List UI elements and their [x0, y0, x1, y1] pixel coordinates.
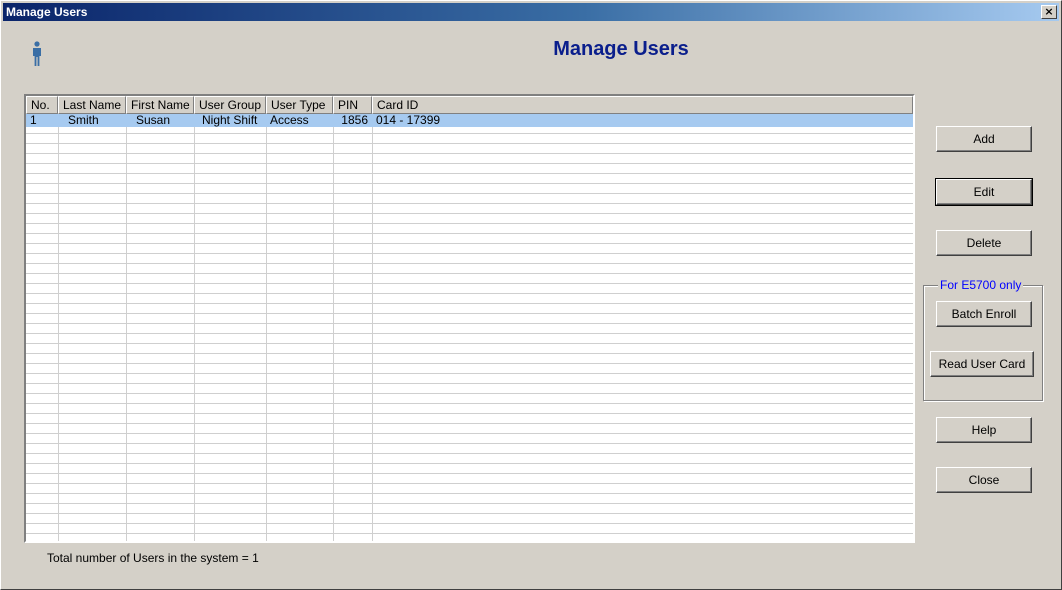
- add-button[interactable]: Add: [936, 126, 1032, 152]
- users-table[interactable]: No. Last Name First Name User Group User…: [24, 94, 915, 543]
- cell-no: 1: [30, 113, 37, 127]
- batch-enroll-button[interactable]: Batch Enroll: [936, 301, 1032, 327]
- column-divider: [194, 114, 195, 541]
- column-header-first-name[interactable]: First Name: [126, 96, 194, 114]
- cell-first-name: Susan: [136, 113, 171, 127]
- e5700-group-legend: For E5700 only: [938, 278, 1024, 292]
- column-header-card-id[interactable]: Card ID: [372, 96, 913, 114]
- column-divider: [333, 114, 334, 541]
- help-button[interactable]: Help: [936, 417, 1032, 443]
- column-header-last-name[interactable]: Last Name: [58, 96, 126, 114]
- table-header-row: No. Last Name First Name User Group User…: [26, 96, 913, 114]
- close-button[interactable]: Close: [936, 467, 1032, 493]
- title-bar[interactable]: Manage Users ×: [3, 3, 1059, 21]
- column-header-no[interactable]: No.: [26, 96, 58, 114]
- table-body[interactable]: 1 Smith Susan Night Shift Access 1856 01…: [26, 114, 913, 541]
- column-divider: [372, 114, 373, 541]
- column-header-user-group[interactable]: User Group: [194, 96, 266, 114]
- column-divider: [126, 114, 127, 541]
- table-gridlines: [26, 114, 913, 541]
- edit-button[interactable]: Edit: [935, 178, 1033, 206]
- read-user-card-button[interactable]: Read User Card: [930, 351, 1034, 377]
- column-header-user-type[interactable]: User Type: [266, 96, 333, 114]
- column-divider: [266, 114, 267, 541]
- window-title: Manage Users: [6, 5, 88, 19]
- person-icon: [33, 41, 41, 66]
- close-icon[interactable]: ×: [1041, 5, 1057, 19]
- cell-last-name: Smith: [68, 113, 99, 127]
- manage-users-window: Manage Users × Manage Users No. Last Nam…: [0, 0, 1062, 590]
- cell-pin: 1856: [341, 113, 368, 127]
- page-title: Manage Users: [553, 38, 689, 60]
- delete-button[interactable]: Delete: [936, 230, 1032, 256]
- table-row[interactable]: 1 Smith Susan Night Shift Access 1856 01…: [26, 114, 913, 127]
- cell-user-group: Night Shift: [202, 113, 258, 127]
- column-divider: [58, 114, 59, 541]
- cell-card-id: 014 - 17399: [376, 113, 441, 127]
- cell-user-type: Access: [270, 113, 309, 127]
- total-users-status: Total number of Users in the system = 1: [47, 551, 259, 565]
- column-header-pin[interactable]: PIN: [333, 96, 372, 114]
